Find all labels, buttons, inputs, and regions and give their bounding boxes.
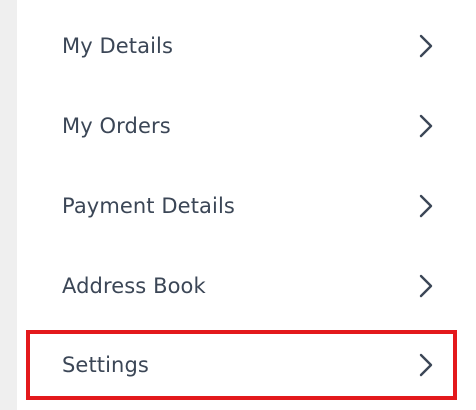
chevron-right-icon (419, 114, 433, 138)
chevron-right-icon (419, 194, 433, 218)
chevron-right-icon (419, 353, 433, 377)
account-menu-page: My Details My Orders Payment Details Add… (0, 0, 476, 410)
menu-item-payment-details[interactable]: Payment Details (17, 166, 476, 245)
menu-item-settings[interactable]: Settings (17, 325, 476, 404)
menu-item-label: My Orders (62, 113, 171, 138)
menu-item-my-orders[interactable]: My Orders (17, 86, 476, 165)
menu-item-label: Payment Details (62, 193, 235, 218)
chevron-right-icon (419, 274, 433, 298)
chevron-right-icon (419, 34, 433, 58)
account-menu: My Details My Orders Payment Details Add… (17, 0, 476, 410)
menu-item-address-book[interactable]: Address Book (17, 246, 476, 325)
menu-item-label: My Details (62, 33, 174, 58)
menu-item-label: Settings (62, 352, 149, 377)
menu-item-label: Address Book (62, 273, 206, 298)
menu-item-my-details[interactable]: My Details (17, 6, 476, 85)
left-gutter (0, 0, 17, 410)
